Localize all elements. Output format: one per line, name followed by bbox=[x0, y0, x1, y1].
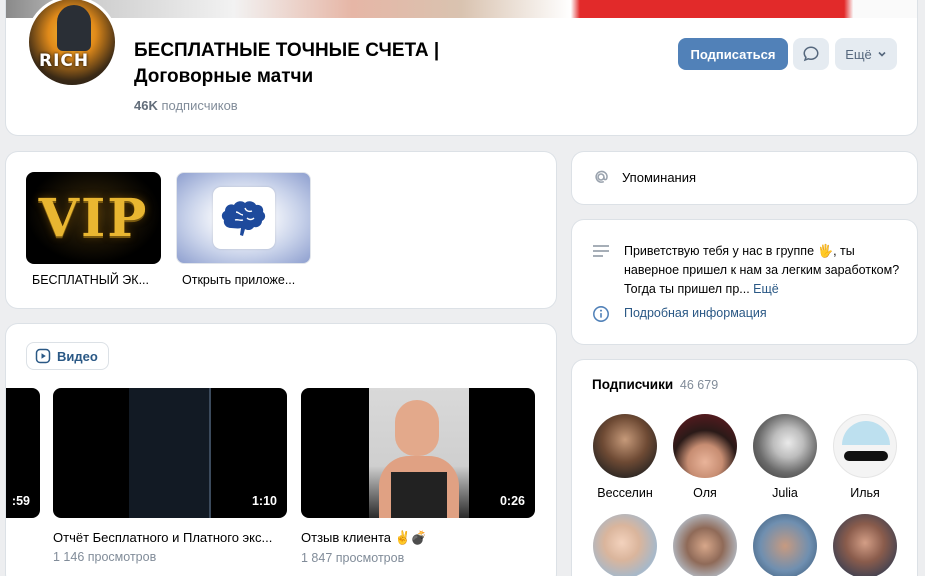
info-icon bbox=[593, 306, 609, 322]
follower-item[interactable]: Julia bbox=[752, 414, 818, 500]
subscribers-label: подписчиков bbox=[161, 98, 238, 113]
subscribers-number: 46K bbox=[134, 98, 158, 113]
follower-item[interactable] bbox=[752, 514, 818, 576]
follower-item[interactable]: Оля bbox=[672, 414, 738, 500]
subscribe-button[interactable]: Подписаться bbox=[678, 38, 788, 70]
avatar bbox=[593, 514, 657, 576]
page-title: БЕСПЛАТНЫЕ ТОЧНЫЕ СЧЕТА | Договорные мат… bbox=[134, 38, 514, 90]
avatar-logo-text: RICH bbox=[39, 51, 90, 71]
message-button[interactable] bbox=[793, 38, 829, 70]
avatar bbox=[753, 414, 817, 478]
video-frame bbox=[369, 388, 469, 518]
more-button[interactable]: Ещё bbox=[835, 38, 897, 70]
app-item-open[interactable]: Открыть приложе... bbox=[176, 172, 311, 287]
video-person-shirt bbox=[391, 472, 447, 518]
video-card[interactable]: :59 bbox=[6, 388, 40, 518]
apps-block: VIP БЕСПЛАТНЫЙ ЭК... Открыть приложе... bbox=[6, 152, 556, 308]
app-item-vip[interactable]: VIP БЕСПЛАТНЫЙ ЭК... bbox=[26, 172, 161, 287]
avatar-mustache bbox=[844, 451, 888, 461]
follower-name: Оля bbox=[693, 486, 717, 500]
cover-image bbox=[6, 0, 917, 18]
avatar bbox=[593, 414, 657, 478]
video-person-face bbox=[395, 400, 439, 456]
about-block: Приветствую тебя у нас в группе 🖐, ты на… bbox=[572, 220, 917, 344]
app-label: Открыть приложе... bbox=[182, 273, 296, 287]
title-line-2: Договорные матчи bbox=[134, 66, 314, 87]
subscribers-count[interactable]: 46K подписчиков bbox=[134, 98, 238, 113]
followers-header[interactable]: Подписчики 46 679 bbox=[592, 377, 718, 392]
follower-item[interactable] bbox=[832, 514, 898, 576]
mentions-block[interactable]: Упоминания bbox=[572, 152, 917, 204]
follower-name: Весселин bbox=[597, 486, 653, 500]
follower-item[interactable]: Весселин bbox=[592, 414, 658, 500]
avatar-person bbox=[57, 5, 91, 51]
message-icon bbox=[803, 46, 819, 62]
detailed-info-link[interactable]: Подробная информация bbox=[624, 306, 767, 320]
video-card[interactable]: 1:10 Отчёт Бесплатного и Платного экс...… bbox=[53, 388, 287, 564]
video-block: Видео :59 1:10 Отчёт Бесплатного и Платн… bbox=[6, 324, 556, 576]
follower-name: Julia bbox=[772, 486, 798, 500]
vip-logo-text: VIP bbox=[38, 187, 149, 249]
followers-block: Подписчики 46 679 Весселин Оля Julia Иль… bbox=[572, 360, 917, 576]
app-thumb-vip: VIP bbox=[26, 172, 161, 264]
video-card[interactable]: 0:26 Отзыв клиента ✌️💣 1 847 просмотров bbox=[301, 388, 535, 565]
about-more-link[interactable]: Ещё bbox=[753, 282, 779, 296]
group-header: RICH БЕСПЛАТНЫЕ ТОЧНЫЕ СЧЕТА | Договорны… bbox=[6, 0, 917, 135]
video-thumbnail[interactable]: :59 bbox=[6, 388, 40, 518]
tab-video-label: Видео bbox=[57, 348, 98, 364]
text-lines-icon bbox=[593, 245, 609, 257]
more-button-label: Ещё bbox=[845, 46, 872, 62]
avatar-shape bbox=[842, 421, 890, 445]
video-icon bbox=[35, 348, 51, 364]
video-frame-line bbox=[209, 388, 211, 518]
brain-icon-box bbox=[212, 187, 275, 249]
video-thumbnail[interactable]: 0:26 bbox=[301, 388, 535, 518]
about-description: Приветствую тебя у нас в группе 🖐, ты на… bbox=[624, 242, 904, 299]
follower-name: Илья bbox=[850, 486, 880, 500]
video-duration: 0:26 bbox=[499, 494, 525, 508]
followers-count: 46 679 bbox=[679, 378, 719, 392]
chevron-down-icon bbox=[878, 51, 886, 57]
app-thumb-brain bbox=[176, 172, 311, 264]
followers-title: Подписчики bbox=[592, 377, 674, 392]
video-frame bbox=[129, 388, 211, 518]
app-label: БЕСПЛАТНЫЙ ЭК... bbox=[32, 273, 149, 287]
avatar bbox=[673, 414, 737, 478]
follower-item[interactable] bbox=[672, 514, 738, 576]
title-line-1: БЕСПЛАТНЫЕ ТОЧНЫЕ СЧЕТА | bbox=[134, 40, 440, 61]
avatar bbox=[833, 514, 897, 576]
avatar bbox=[833, 414, 897, 478]
avatar bbox=[673, 514, 737, 576]
mentions-label: Упоминания bbox=[622, 170, 697, 185]
video-duration: :59 bbox=[11, 494, 30, 508]
avatar bbox=[753, 514, 817, 576]
follower-item[interactable]: Илья bbox=[832, 414, 898, 500]
at-icon bbox=[595, 170, 608, 183]
video-title[interactable]: Отзыв клиента ✌️💣 bbox=[301, 530, 535, 546]
brain-icon bbox=[221, 201, 265, 236]
follower-item[interactable] bbox=[592, 514, 658, 576]
group-avatar[interactable]: RICH bbox=[26, 0, 118, 88]
video-thumbnail[interactable]: 1:10 bbox=[53, 388, 287, 518]
video-views: 1 146 просмотров bbox=[53, 550, 157, 564]
video-duration: 1:10 bbox=[251, 494, 277, 508]
tab-video[interactable]: Видео bbox=[26, 342, 109, 370]
video-views: 1 847 просмотров bbox=[301, 551, 405, 565]
video-title[interactable]: Отчёт Бесплатного и Платного экс... bbox=[53, 530, 287, 545]
